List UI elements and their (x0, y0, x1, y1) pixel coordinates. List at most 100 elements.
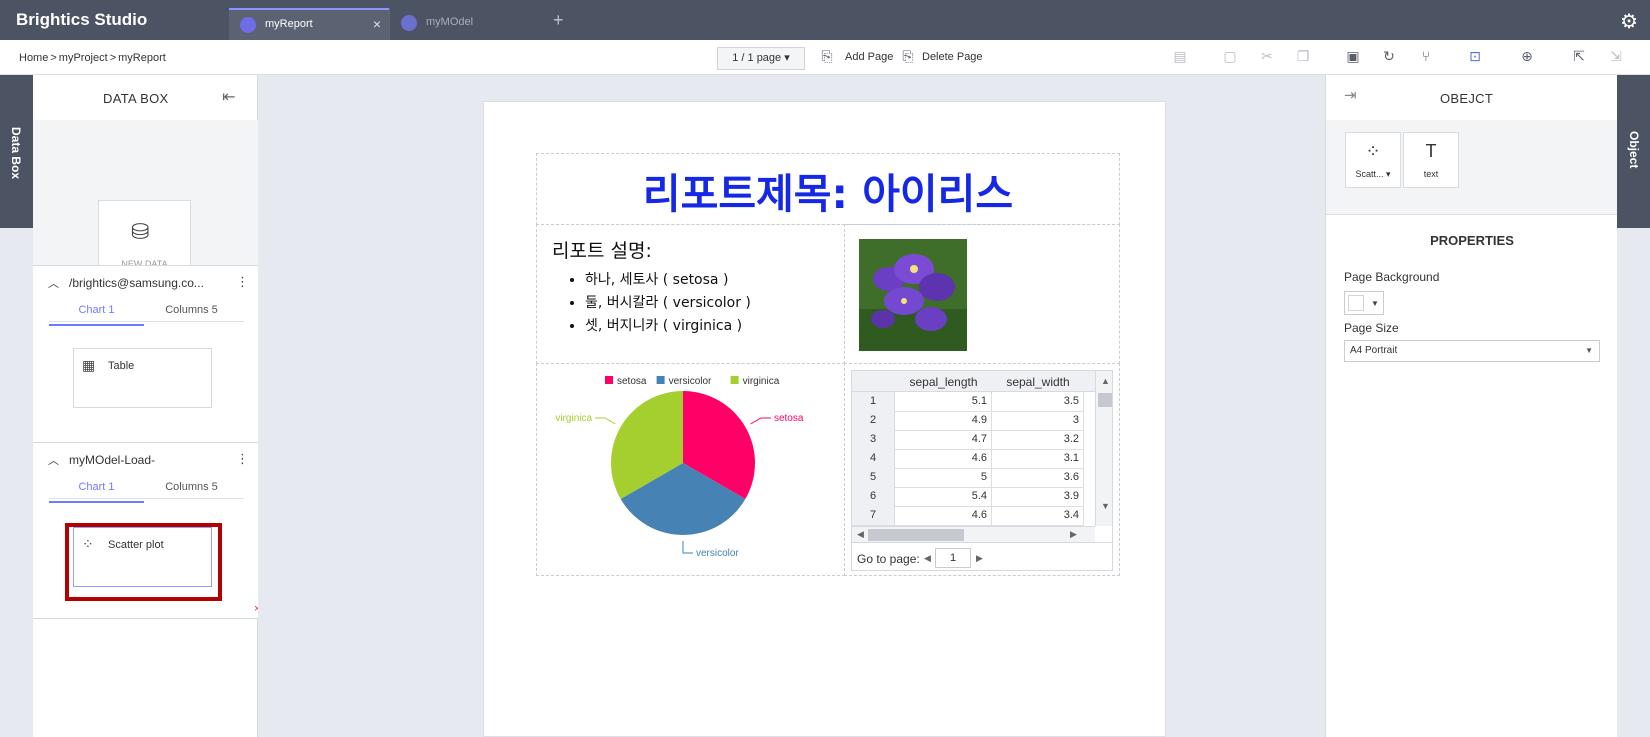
databox-side-tab[interactable]: Data Box (0, 75, 33, 228)
table-cell[interactable]: 5 (895, 468, 992, 488)
paste-icon[interactable]: ▢ (1221, 48, 1239, 66)
tab-columns[interactable]: Columns 5 (144, 481, 239, 493)
row-index: 1 (852, 392, 895, 412)
collapse-right-icon[interactable]: ⇥ (1344, 86, 1357, 104)
object-label: Scatt... ▾ (1355, 169, 1391, 179)
scroll-right-icon[interactable]: ▶ (1070, 529, 1077, 540)
share-icon[interactable]: ⇲ (1607, 48, 1625, 66)
list-item: 둘, 버시칼라 ( versicolor ) (585, 292, 751, 315)
table-cell[interactable]: 4.7 (895, 430, 992, 450)
chart-cell[interactable]: setosa versicolor virginica setosa versicolo… (536, 363, 845, 576)
tab-chart[interactable]: Chart 1 (49, 481, 144, 503)
scatter-object-button[interactable]: ⁘ Scatt... ▾ (1345, 132, 1401, 188)
top-bar: Brightics Studio myReport × myMOdel + ⚙ (0, 0, 1650, 40)
object-side-tab[interactable]: Object (1617, 75, 1650, 228)
tab-chart[interactable]: Chart 1 (49, 304, 144, 326)
description-cell[interactable]: 리포트 설명: 하나, 세토사 ( setosa ) 둘, 버시칼라 ( ver… (536, 224, 845, 364)
prev-page-icon[interactable]: ◀ (924, 553, 931, 564)
copy-icon[interactable]: ❐ (1294, 48, 1312, 66)
page-selector[interactable]: 1 / 1 page ▾ (717, 47, 805, 70)
slice-leader-line (682, 541, 693, 554)
table-cell[interactable]: 3.5 (992, 392, 1084, 412)
branch-icon[interactable]: ⑂ (1417, 48, 1435, 66)
export-icon[interactable]: ⇱ (1570, 48, 1588, 66)
description-list: 하나, 세토사 ( setosa ) 둘, 버시칼라 ( versicolor … (585, 269, 751, 338)
tab-myreport[interactable]: myReport × (229, 8, 389, 40)
table-row[interactable]: 7 4.6 3.4 (852, 506, 1095, 526)
slice-label: virginica (555, 413, 592, 424)
breadcrumb-report[interactable]: myReport (118, 52, 166, 64)
kebab-menu-icon[interactable]: ⋮ (236, 451, 249, 467)
gear-icon[interactable]: ⚙ (1620, 9, 1638, 34)
breadcrumb-project[interactable]: myProject (59, 52, 108, 64)
scroll-thumb[interactable] (1098, 393, 1112, 407)
kebab-menu-icon[interactable]: ⋮ (236, 274, 249, 290)
legend-label[interactable]: versicolor (669, 376, 712, 387)
row-index: 3 (852, 430, 895, 450)
table-cell[interactable]: 4.6 (895, 449, 992, 469)
next-page-icon[interactable]: ▶ (976, 553, 983, 564)
legend-label[interactable]: virginica (743, 376, 780, 387)
table-cell[interactable]: 5.1 (895, 392, 992, 412)
scroll-up-icon[interactable]: ▲ (1101, 376, 1110, 386)
title-cell[interactable]: 리포트제목: 아이리스 (536, 153, 1120, 225)
table-cell[interactable]: 3.4 (992, 506, 1084, 526)
refresh-icon[interactable]: ↻ (1380, 48, 1398, 66)
table-row[interactable]: 4 4.6 3.1 (852, 449, 1095, 469)
color-swatch (1348, 295, 1364, 311)
table-cell[interactable]: 4.6 (895, 506, 992, 526)
legend-label[interactable]: setosa (617, 376, 647, 387)
section-header[interactable]: ︿ /brightics@samsung.co... ⋮ (33, 266, 258, 296)
collapse-left-icon[interactable]: ⇤ (222, 87, 235, 107)
page-size-select[interactable]: A4 Portrait ▼ (1344, 340, 1600, 362)
table-cell[interactable]: 3.2 (992, 430, 1084, 450)
column-header[interactable]: sepal_length (895, 375, 992, 389)
table-row[interactable]: 5 5 3.6 (852, 468, 1095, 488)
delete-page-button[interactable]: Delete Page (922, 51, 983, 63)
chevron-up-icon[interactable]: ︿ (48, 275, 59, 291)
table-row[interactable]: 6 5.4 3.9 (852, 487, 1095, 507)
fit-icon[interactable]: ⊡ (1466, 48, 1484, 66)
database-add-icon: ⛁ (131, 219, 150, 244)
add-page-button[interactable]: Add Page (845, 51, 893, 63)
page-input[interactable]: 1 (935, 548, 971, 568)
table-cell[interactable]: 3.6 (992, 468, 1084, 488)
format-icon[interactable]: ▤ (1171, 48, 1189, 66)
add-page-icon[interactable]: ⎘ (818, 48, 836, 66)
zoom-icon[interactable]: ⊕ (1518, 48, 1536, 66)
breadcrumb-home[interactable]: Home (19, 52, 48, 64)
table-cell[interactable]: 3.9 (992, 487, 1084, 507)
table-cell[interactable]: 3.1 (992, 449, 1084, 469)
slice-label: setosa (774, 413, 804, 424)
horizontal-scrollbar[interactable]: ◀ ▶ (852, 526, 1095, 542)
page-selector-label: 1 / 1 page (732, 52, 782, 64)
scroll-thumb[interactable] (868, 529, 964, 541)
table-row[interactable]: 1 5.1 3.5 (852, 392, 1095, 412)
image-cell[interactable] (844, 224, 1120, 364)
delete-page-icon[interactable]: ⎘ (899, 48, 917, 66)
table-cell[interactable]: sepal_length sepal_width 1 5.1 3.5 2 4.9 3 3 4.… (844, 363, 1120, 576)
table-chart-card[interactable]: ▦ Table (73, 348, 212, 408)
scroll-down-icon[interactable]: ▼ (1101, 501, 1110, 511)
text-object-button[interactable]: T text (1403, 132, 1459, 188)
vertical-scrollbar[interactable]: ▲ ▼ (1095, 371, 1112, 526)
column-header[interactable]: sepal_width (992, 375, 1084, 389)
tab-columns[interactable]: Columns 5 (144, 304, 239, 316)
cut-icon[interactable]: ✂ (1258, 48, 1276, 66)
section-header[interactable]: ︿ myMOdel-Load- ⋮ (33, 443, 258, 473)
section-title: /brightics@samsung.co... (69, 276, 204, 290)
tab-mymodel[interactable]: myMOdel (389, 8, 549, 40)
add-tab-icon[interactable]: + (553, 11, 564, 29)
table-row[interactable]: 2 4.9 3 (852, 411, 1095, 431)
report-canvas: 리포트제목: 아이리스 리포트 설명: 하나, 세토사 ( setosa ) 둘… (258, 75, 1325, 737)
background-color-picker[interactable]: ▼ (1344, 291, 1384, 315)
table-cell[interactable]: 5.4 (895, 487, 992, 507)
object-palette: ⁘ Scatt... ▾ T text (1326, 120, 1618, 215)
scroll-left-icon[interactable]: ◀ (857, 529, 864, 540)
pdf-icon[interactable]: ▣ (1344, 48, 1362, 66)
table-cell[interactable]: 4.9 (895, 411, 992, 431)
table-row[interactable]: 3 4.7 3.2 (852, 430, 1095, 450)
chevron-up-icon[interactable]: ︿ (48, 452, 59, 468)
close-icon[interactable]: × (373, 16, 381, 32)
table-cell[interactable]: 3 (992, 411, 1084, 431)
